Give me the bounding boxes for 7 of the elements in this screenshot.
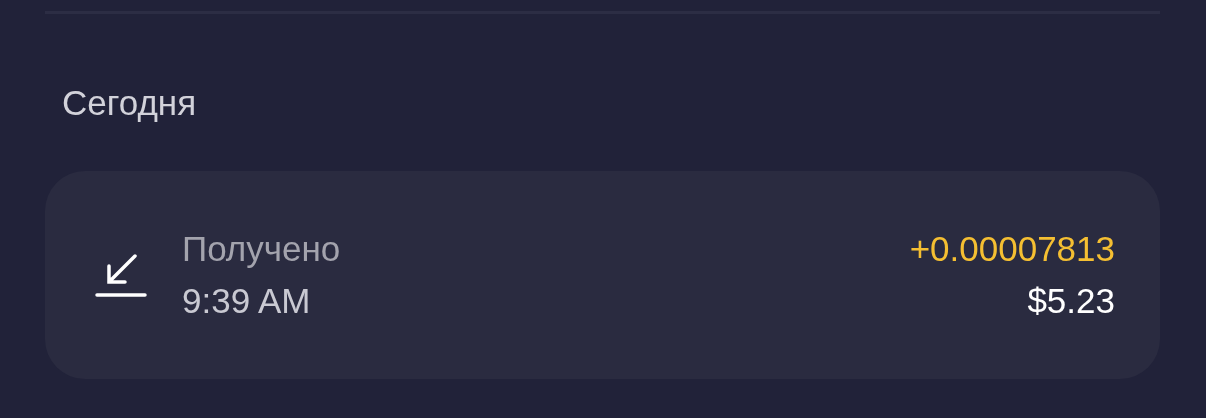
section-title: Сегодня	[62, 82, 197, 124]
transaction-type: Получено	[182, 229, 341, 269]
receive-arrow-icon	[95, 253, 147, 297]
crypto-amount: +0.00007813	[909, 229, 1115, 269]
fiat-amount: $5.23	[1027, 281, 1115, 321]
transaction-card[interactable]: Получено 9:39 AM +0.00007813 $5.23	[45, 171, 1160, 379]
transaction-time: 9:39 AM	[182, 281, 312, 321]
